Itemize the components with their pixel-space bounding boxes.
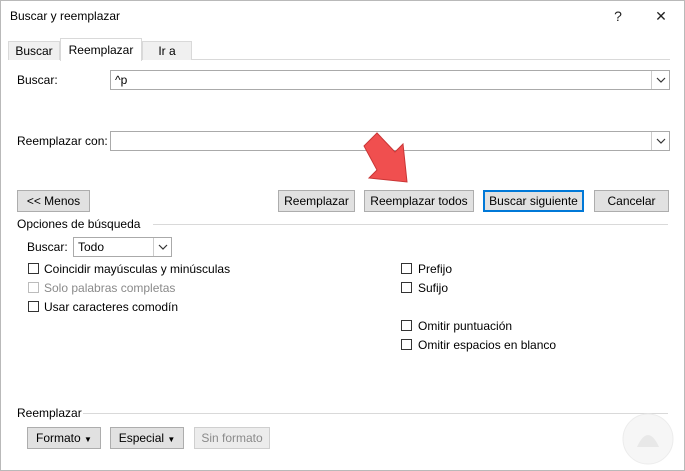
search-direction-label: Buscar: <box>27 240 68 254</box>
replace-label: Reemplazar con: <box>17 134 108 148</box>
whole-words-label: Solo palabras completas <box>44 281 176 295</box>
section-divider <box>83 413 668 414</box>
no-format-button: Sin formato <box>194 427 270 449</box>
find-input[interactable]: ^p <box>110 70 670 90</box>
replace-section-title: Reemplazar <box>17 406 82 420</box>
dropdown-arrow-icon: ▼ <box>167 435 176 444</box>
less-button[interactable]: << Menos <box>17 190 90 212</box>
special-label: Especial <box>118 431 165 445</box>
find-replace-dialog: Buscar y reemplazar ? ✕ Buscar Reemplaza… <box>0 0 685 471</box>
window-title: Buscar y reemplazar <box>10 9 121 23</box>
cancel-button[interactable]: Cancelar <box>594 190 669 212</box>
tab-label: Buscar <box>15 44 53 58</box>
format-label: Formato <box>36 431 81 445</box>
format-button[interactable]: Formato ▼ <box>27 427 101 449</box>
match-case-checkbox[interactable] <box>28 263 39 274</box>
help-button[interactable]: ? <box>598 1 638 31</box>
find-next-button[interactable]: Buscar siguiente <box>483 190 584 212</box>
wildcards-label[interactable]: Usar caracteres comodín <box>44 300 178 314</box>
search-options-title: Opciones de búsqueda <box>17 217 141 231</box>
match-case-label[interactable]: Coincidir mayúsculas y minúsculas <box>44 262 230 276</box>
prefix-label[interactable]: Prefijo <box>418 262 452 276</box>
tab-buscar[interactable]: Buscar <box>8 41 60 60</box>
prefix-checkbox[interactable] <box>401 263 412 274</box>
tab-ir-a[interactable]: Ir a <box>142 41 192 60</box>
close-icon: ✕ <box>655 7 667 24</box>
special-button[interactable]: Especial ▼ <box>110 427 184 449</box>
logo-icon <box>622 413 674 465</box>
wildcards-checkbox[interactable] <box>28 301 39 312</box>
tab-reemplazar[interactable]: Reemplazar <box>60 38 142 61</box>
ignore-whitespace-label[interactable]: Omitir espacios en blanco <box>418 338 556 352</box>
section-divider <box>153 224 668 225</box>
find-value: ^p <box>115 73 128 87</box>
find-label: Buscar: <box>17 73 58 87</box>
help-icon: ? <box>614 8 622 24</box>
ignore-whitespace-checkbox[interactable] <box>401 339 412 350</box>
chevron-down-icon[interactable] <box>651 71 669 89</box>
ignore-punctuation-checkbox[interactable] <box>401 320 412 331</box>
search-direction-select[interactable]: Todo <box>73 237 172 257</box>
tab-label: Ir a <box>158 44 176 58</box>
tab-label: Reemplazar <box>68 43 134 57</box>
search-direction-value: Todo <box>78 240 105 254</box>
ignore-punctuation-label[interactable]: Omitir puntuación <box>418 319 512 333</box>
annotation-arrow-icon <box>363 132 408 183</box>
close-button[interactable]: ✕ <box>641 1 681 31</box>
dropdown-arrow-icon: ▼ <box>84 435 92 444</box>
replace-button[interactable]: Reemplazar <box>278 190 355 212</box>
replace-all-button[interactable]: Reemplazar todos <box>364 190 474 212</box>
suffix-checkbox[interactable] <box>401 282 412 293</box>
chevron-down-icon[interactable] <box>153 238 171 256</box>
whole-words-checkbox <box>28 282 39 293</box>
suffix-label[interactable]: Sufijo <box>418 281 448 295</box>
chevron-down-icon[interactable] <box>651 132 669 150</box>
